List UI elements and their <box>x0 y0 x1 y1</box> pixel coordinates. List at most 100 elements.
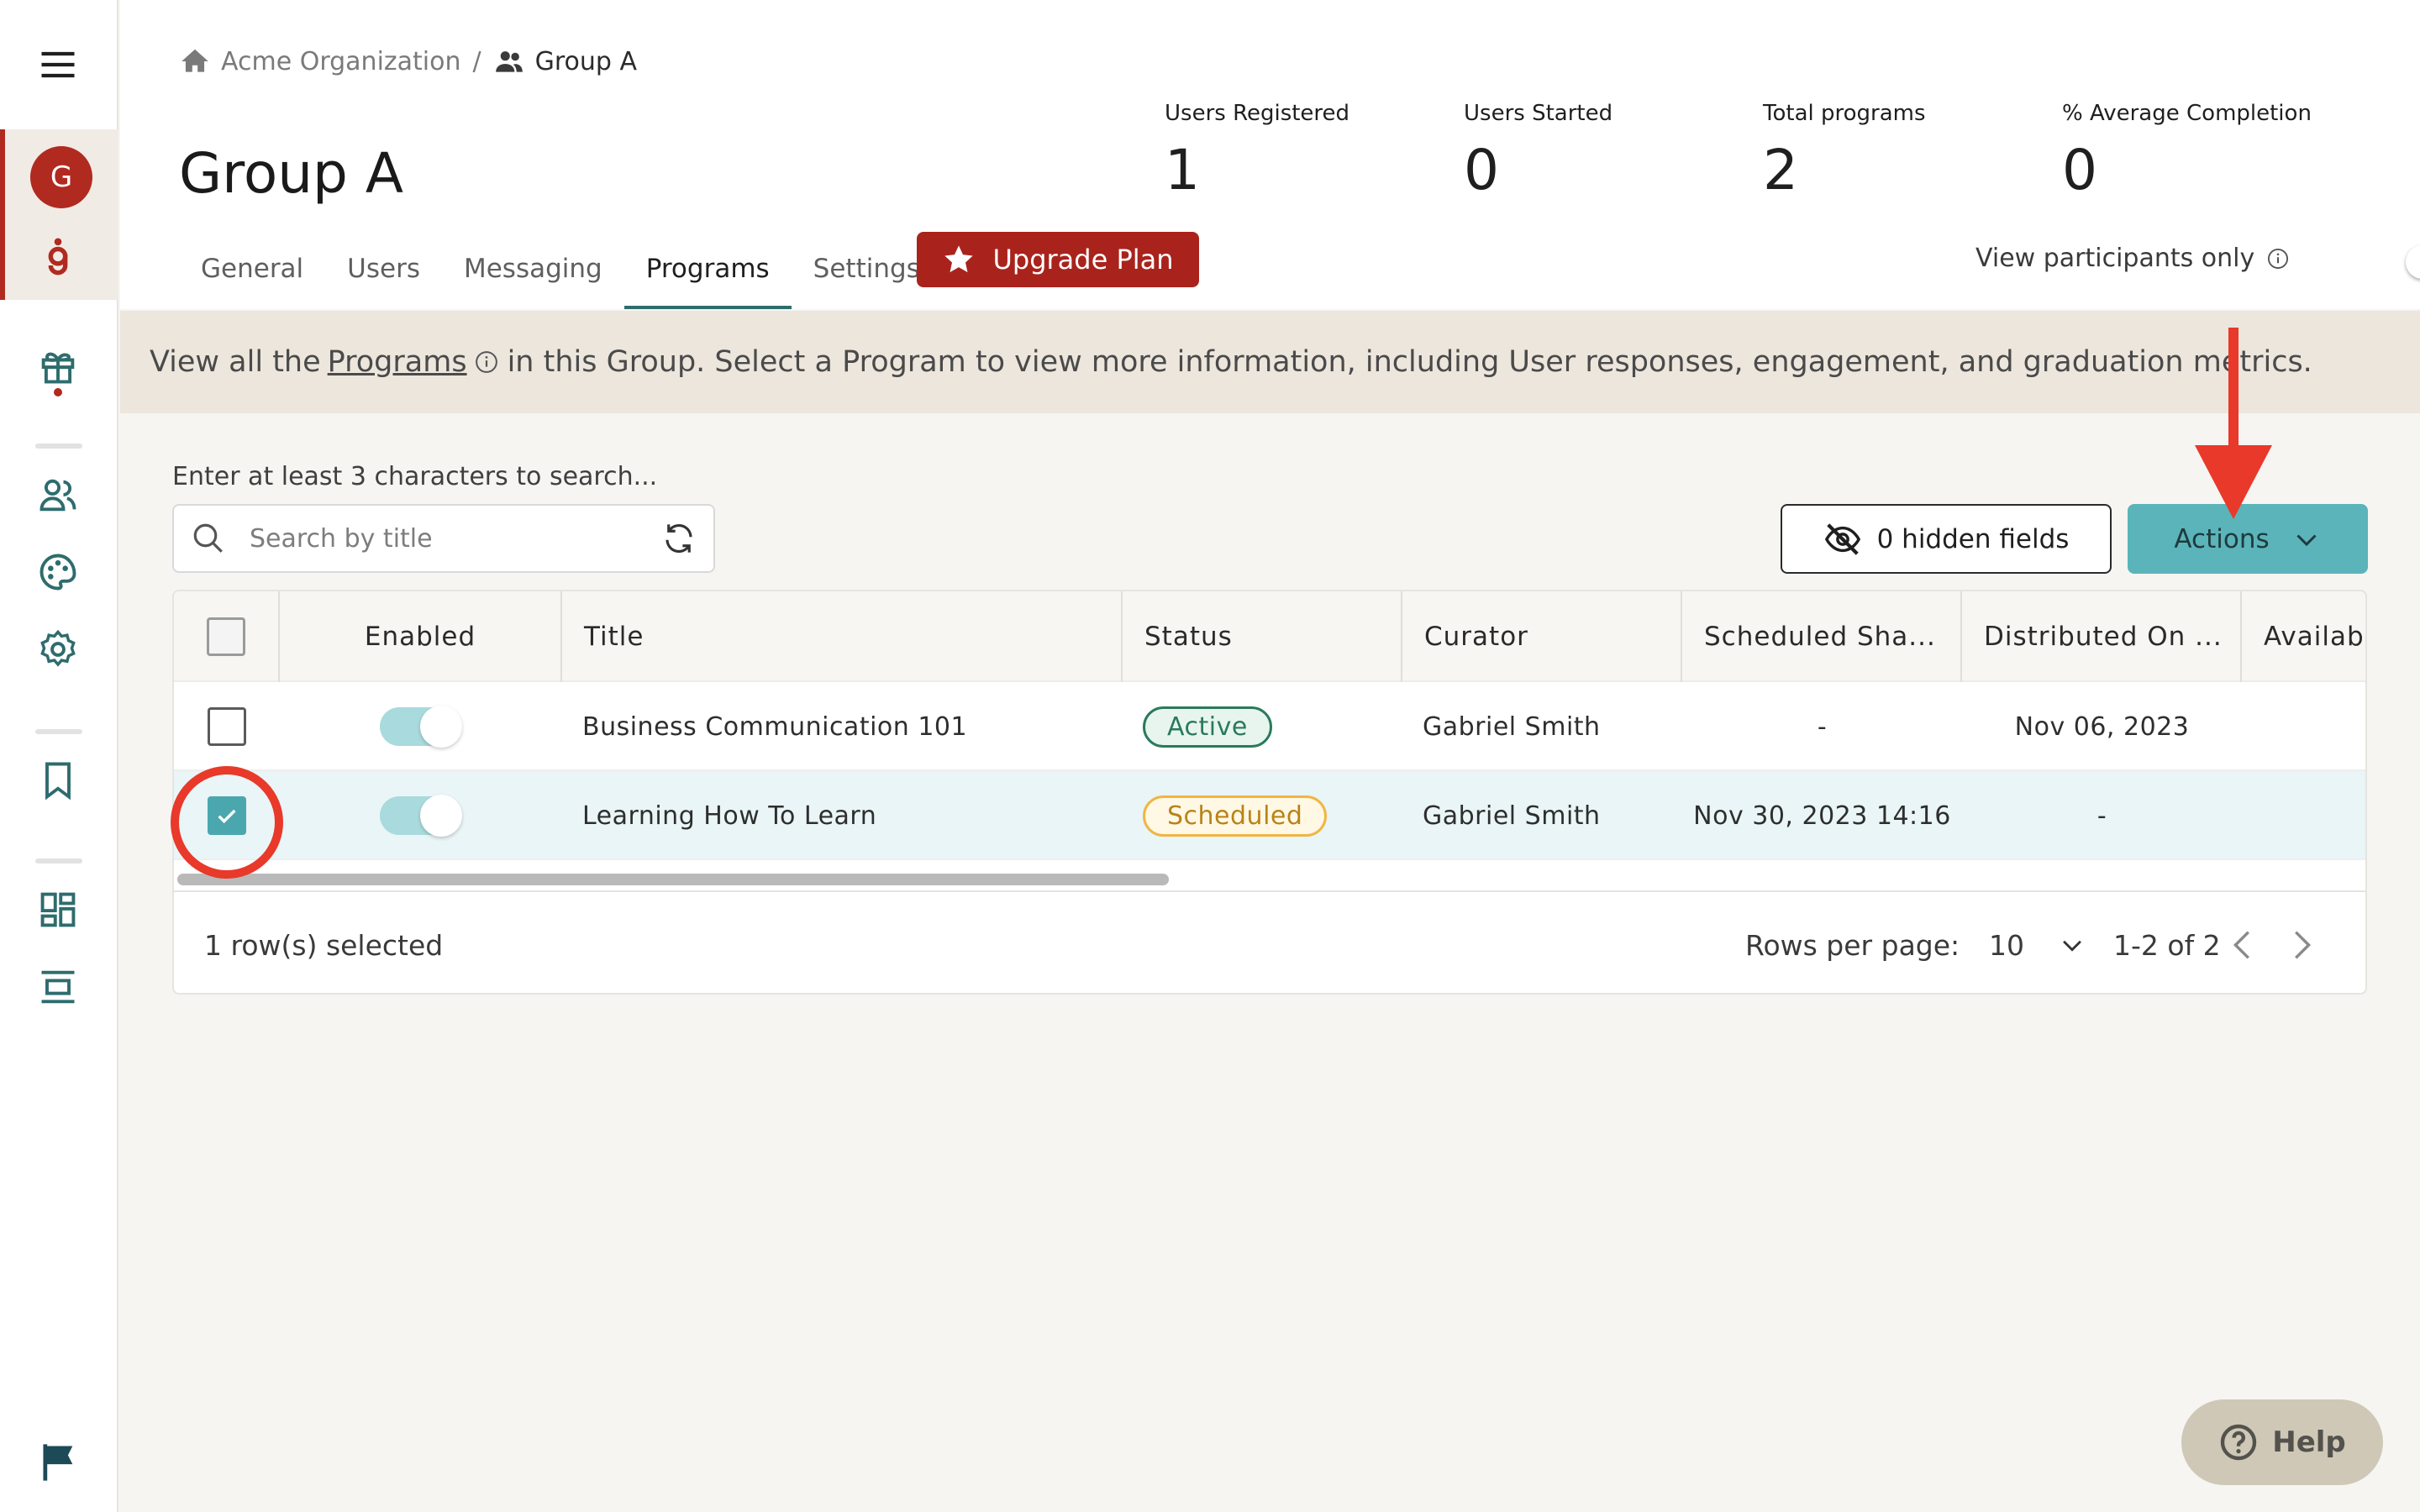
info-icon[interactable] <box>2266 247 2290 270</box>
toggle-knob <box>420 706 462 748</box>
chevron-right-icon[interactable] <box>2281 926 2320 964</box>
view-participants-toggle[interactable] <box>2406 245 2420 279</box>
program-title[interactable]: Learning How To Learn <box>582 771 876 860</box>
stat-value: 0 <box>1464 138 1499 202</box>
distributed-cell: Nov 06, 2023 <box>2014 711 2190 742</box>
distributed-cell: - <box>2096 801 2107 831</box>
annotation-circle <box>171 766 283 879</box>
dashboard-icon[interactable] <box>32 884 84 936</box>
enabled-cell <box>280 771 562 860</box>
select-all-cell <box>174 591 280 682</box>
page-header: Acme Organization / Group A Group A User… <box>120 0 2420 309</box>
tab-programs[interactable]: Programs <box>623 228 792 309</box>
status-cell: Active <box>1143 682 1272 771</box>
column-header-scheduled[interactable]: Scheduled Sha... <box>1682 591 1962 682</box>
view-participants-toggle-label: View participants only <box>1975 244 2290 273</box>
logo-icon[interactable] <box>32 228 84 281</box>
flag-icon[interactable] <box>32 1436 84 1488</box>
settings-icon[interactable] <box>32 623 84 675</box>
hidden-fields-button[interactable]: 0 hidden fields <box>1781 504 2112 574</box>
palette-icon[interactable] <box>32 546 84 598</box>
column-header-available[interactable]: Availabl <box>2242 591 2365 682</box>
chevron-down-icon <box>2296 533 2317 546</box>
search-input[interactable] <box>250 523 661 554</box>
select-all-checkbox[interactable] <box>207 617 245 656</box>
page-title: Group A <box>179 141 404 206</box>
scrollbar-thumb[interactable] <box>177 874 1169 885</box>
programs-table: Enabled Title Status Curator Scheduled S… <box>172 590 2367 995</box>
info-icon[interactable] <box>474 349 499 375</box>
column-header-status[interactable]: Status <box>1123 591 1402 682</box>
table-row[interactable]: Business Communication 101 Active Gabrie… <box>174 682 2365 771</box>
stat-users-started: Users Started 0 <box>1464 101 1612 202</box>
refresh-icon[interactable] <box>661 521 697 556</box>
tab-messaging[interactable]: Messaging <box>442 228 624 309</box>
notification-dot <box>54 388 62 396</box>
tab-bar: General Users Messaging Programs Setting… <box>179 228 942 309</box>
rows-per-page-select[interactable]: 10 <box>1989 892 2086 993</box>
chevron-down-icon <box>2063 940 2081 952</box>
rows-per-page-value: 10 <box>1989 928 2024 962</box>
rows-per-page-label: Rows per page: <box>1745 928 1960 962</box>
scheduled-cell: Nov 30, 2023 14:16 <box>1693 801 1951 831</box>
users-icon[interactable] <box>32 469 84 521</box>
curator-cell: Gabriel Smith <box>1423 801 1601 831</box>
help-button[interactable]: Help <box>2181 1399 2383 1485</box>
layout-icon[interactable] <box>32 961 84 1013</box>
search-box <box>172 504 715 573</box>
breadcrumb-org[interactable]: Acme Organization <box>221 47 461 76</box>
stat-label: Users Started <box>1464 101 1613 126</box>
tab-users[interactable]: Users <box>325 228 442 309</box>
stat-label: Total programs <box>1763 101 1926 126</box>
row-checkbox[interactable] <box>208 707 246 746</box>
enabled-toggle[interactable] <box>380 706 462 748</box>
divider <box>35 444 82 449</box>
status-badge: Scheduled <box>1143 795 1328 837</box>
programs-link[interactable]: Programs <box>328 345 467 379</box>
row-select-cell <box>174 682 280 771</box>
info-banner: View all the Programs in this Group. Sel… <box>120 311 2420 413</box>
divider <box>35 858 82 864</box>
toggle-knob <box>2406 245 2420 279</box>
tab-general[interactable]: General <box>179 228 325 309</box>
gift-icon[interactable] <box>32 339 84 391</box>
search-hint: Enter at least 3 characters to search... <box>172 462 658 491</box>
upgrade-plan-label: Upgrade Plan <box>992 244 1174 276</box>
help-icon <box>2221 1424 2257 1461</box>
selected-count: 1 row(s) selected <box>204 928 444 962</box>
status-cell: Scheduled <box>1143 771 1328 860</box>
horizontal-scrollbar[interactable] <box>174 869 2365 889</box>
pagination-range: 1-2 of 2 <box>2113 928 2221 962</box>
actions-label: Actions <box>2174 523 2270 554</box>
column-header-curator[interactable]: Curator <box>1402 591 1682 682</box>
home-icon <box>182 49 208 72</box>
column-header-enabled[interactable]: Enabled <box>280 591 562 682</box>
banner-text-after: in this Group. Select a Program to view … <box>507 345 2312 379</box>
upgrade-plan-button[interactable]: Upgrade Plan <box>917 232 1199 287</box>
menu-icon[interactable] <box>32 39 84 91</box>
column-header-title[interactable]: Title <box>562 591 1123 682</box>
program-title[interactable]: Business Communication 101 <box>582 682 967 771</box>
org-switcher[interactable]: G <box>0 129 118 300</box>
hidden-fields-label: 0 hidden fields <box>1876 523 2070 554</box>
column-header-distributed[interactable]: Distributed On ... <box>1962 591 2242 682</box>
avatar[interactable]: G <box>30 146 92 208</box>
banner-text-before: View all the <box>150 345 321 379</box>
stat-value: 1 <box>1165 138 1200 202</box>
group-icon <box>495 51 523 72</box>
divider <box>35 729 82 734</box>
breadcrumb: Acme Organization / Group A <box>179 45 637 77</box>
help-label: Help <box>2272 1425 2346 1459</box>
table-footer: 1 row(s) selected Rows per page: 10 1-2 … <box>174 890 2365 993</box>
scheduled-cell: - <box>1817 711 1828 742</box>
stat-total-programs: Total programs 2 <box>1763 101 1926 202</box>
table-row[interactable]: Learning How To Learn Scheduled Gabriel … <box>174 771 2365 860</box>
view-participants-label: View participants only <box>1975 244 2255 273</box>
stat-value: 0 <box>2062 138 2097 202</box>
enabled-toggle[interactable] <box>380 795 462 837</box>
bookmark-icon[interactable] <box>32 754 84 806</box>
annotation-arrow <box>2195 328 2272 519</box>
stat-average-completion: % Average Completion 0 <box>2062 101 2312 202</box>
chevron-left-icon[interactable] <box>2224 926 2263 964</box>
stat-label: % Average Completion <box>2062 101 2312 126</box>
